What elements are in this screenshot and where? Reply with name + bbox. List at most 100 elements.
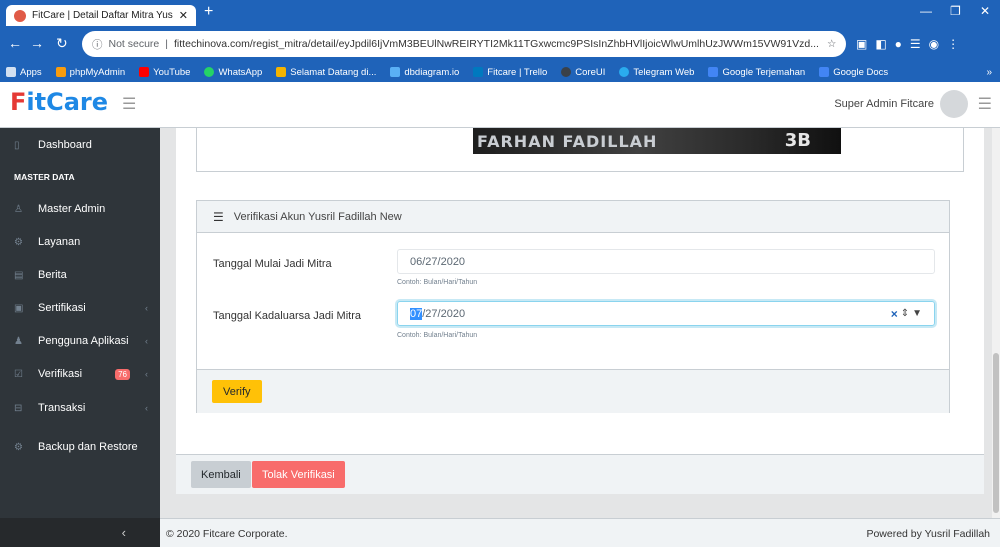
dashboard-icon: ▯ <box>14 139 20 151</box>
sidebar-item-dashboard[interactable]: ▯ Dashboard <box>0 135 160 155</box>
expiry-date-input[interactable]: 07/27/2020 × ⇕ ▼ <box>397 301 935 326</box>
spinner-icon[interactable]: ⇕ <box>901 308 909 319</box>
minimize-icon[interactable]: — <box>920 4 932 18</box>
apps-grid-icon <box>6 67 16 77</box>
detail-card: FARHAN FADILLAH 3B ☰ Verifikasi Akun Yus… <box>176 128 984 494</box>
user-name: Super Admin Fitcare <box>834 98 934 110</box>
bookmark-phpmyadmin[interactable]: phpMyAdmin <box>55 67 125 78</box>
bookmark-whatsapp[interactable]: WhatsApp <box>204 67 262 78</box>
sidebar-item-layanan[interactable]: ⚙ Layanan <box>0 232 160 252</box>
dbdiagram-icon <box>390 67 401 77</box>
page-scrollbar[interactable] <box>992 128 1000 518</box>
bookmark-trello[interactable]: Fitcare | Trello <box>473 67 547 78</box>
cart-icon: ⊟ <box>14 402 23 414</box>
scrollbar-thumb[interactable] <box>993 353 999 513</box>
sidebar-section-title: MASTER DATA <box>14 172 75 182</box>
bookmark-youtube[interactable]: YouTube <box>139 67 190 78</box>
image-card: FARHAN FADILLAH 3B <box>196 128 964 172</box>
bookmark-telegram[interactable]: Telegram Web <box>619 67 694 78</box>
close-window-icon[interactable]: ✕ <box>980 4 990 18</box>
sidebar-item-transaksi[interactable]: ⊟ Transaksi ‹ <box>0 398 160 418</box>
verification-title: Verifikasi Akun Yusril Fadillah New <box>233 210 402 223</box>
user-icon: ♙ <box>14 203 23 215</box>
bookmark-coreui[interactable]: CoreUI <box>561 67 605 78</box>
clear-icon[interactable]: × <box>891 307 898 321</box>
fitcare-logo[interactable]: FitCare <box>10 88 108 116</box>
forward-arrow-icon[interactable]: → <box>30 35 44 51</box>
expiry-date-help: Contoh: Bulan/Hari/Tahun <box>397 332 478 339</box>
bookmark-dbdiagram[interactable]: dbdiagram.io <box>390 67 459 78</box>
translate-icon <box>708 67 719 77</box>
start-date-help: Contoh: Bulan/Hari/Tahun <box>397 279 478 286</box>
new-tab-button[interactable]: + <box>204 3 213 21</box>
sidebar-item-master-admin[interactable]: ♙ Master Admin <box>0 199 160 219</box>
back-button[interactable]: Kembali <box>191 461 251 488</box>
verifikasi-count-badge: 76 <box>115 368 130 380</box>
partner-photo-banner: FARHAN FADILLAH 3B <box>473 128 841 154</box>
expiry-date-label: Tanggal Kadaluarsa Jadi Mitra <box>213 310 361 322</box>
url-bar[interactable]: ⓘ Not secure | fittechinova.com/regist_m… <box>82 31 846 57</box>
whatsapp-icon <box>204 67 215 77</box>
sidebar-minimizer[interactable]: ‹ <box>0 518 160 547</box>
settings-icon: ⚙ <box>14 236 23 248</box>
reject-verification-button[interactable]: Tolak Verifikasi <box>252 461 345 488</box>
extension-icons[interactable]: ▣◧●☰◉⋮ <box>856 37 967 51</box>
banner-name: FARHAN FADILLAH <box>477 132 658 151</box>
fitcare-favicon-icon <box>14 9 26 22</box>
docs-icon <box>819 67 830 77</box>
trello-icon <box>473 67 484 77</box>
browser-tab-bar: FitCare | Detail Daftar Mitra Yusri ✕ + … <box>0 0 1000 26</box>
check-square-icon: ☑ <box>14 368 23 380</box>
sidebar-item-berita[interactable]: ▤ Berita <box>0 265 160 285</box>
sidebar-item-backup[interactable]: ⚙ Backup dan Restore <box>0 437 160 457</box>
hat-icon <box>276 67 287 77</box>
coreui-icon <box>561 67 572 77</box>
sidebar: ▯ Dashboard MASTER DATA ♙ Master Admin ⚙ La… <box>0 128 160 547</box>
info-icon[interactable]: ⓘ <box>92 37 103 52</box>
sidebar-item-verifikasi[interactable]: ☑ Verifikasi 76 ‹ <box>0 364 160 384</box>
bookmark-star-icon[interactable]: ☆ <box>819 38 836 50</box>
month-segment[interactable]: 07 <box>410 307 423 320</box>
sidebar-toggle-icon[interactable]: ☰ <box>122 94 136 114</box>
bookmark-google-docs[interactable]: Google Docs <box>819 67 888 78</box>
chevron-left-icon: ‹ <box>145 403 148 413</box>
bookmark-selamat-datang[interactable]: Selamat Datang di... <box>276 67 376 78</box>
back-arrow-icon[interactable]: ← <box>8 35 22 51</box>
telegram-icon <box>619 67 630 77</box>
chevron-left-icon: ‹ <box>145 369 148 379</box>
main-content: FARHAN FADILLAH 3B ☰ Verifikasi Akun Yus… <box>160 128 1000 518</box>
verification-card-header: ☰ Verifikasi Akun Yusril Fadillah New <box>197 201 949 233</box>
avatar[interactable] <box>940 90 968 118</box>
chevron-left-icon: ‹ <box>145 336 148 346</box>
phpmyadmin-icon <box>55 67 66 77</box>
bookmarks-more-icon[interactable]: » <box>986 67 992 78</box>
backup-icon: ⚙ <box>14 441 23 453</box>
chevron-left-icon: ‹ <box>121 525 126 540</box>
tab-title: FitCare | Detail Daftar Mitra Yusri <box>32 10 173 21</box>
bookmark-apps[interactable]: Apps <box>6 67 42 78</box>
not-secure-label: Not secure <box>108 38 160 50</box>
verification-card: ☰ Verifikasi Akun Yusril Fadillah New Ta… <box>196 200 950 413</box>
certificate-icon: ▣ <box>14 302 24 314</box>
users-icon: ♟ <box>14 335 23 347</box>
bookmarks-bar: Apps phpMyAdmin YouTube WhatsApp Selamat… <box>0 62 1000 82</box>
start-date-label: Tanggal Mulai Jadi Mitra <box>213 258 332 270</box>
youtube-icon <box>139 67 150 77</box>
verification-card-footer: Verify <box>197 369 949 413</box>
tab-close-icon[interactable]: ✕ <box>179 9 188 22</box>
aside-menu-toggle-icon[interactable]: ☰ <box>978 94 992 114</box>
sidebar-item-pengguna-aplikasi[interactable]: ♟ Pengguna Aplikasi ‹ <box>0 331 160 351</box>
verify-button[interactable]: Verify <box>212 380 262 403</box>
browser-tab[interactable]: FitCare | Detail Daftar Mitra Yusri ✕ <box>6 5 196 26</box>
detail-card-footer: Kembali Tolak Verifikasi <box>176 454 984 494</box>
list-icon: ☰ <box>213 209 224 224</box>
reload-icon[interactable]: ↻ <box>56 35 68 52</box>
start-date-input[interactable]: 06/27/2020 <box>397 249 935 274</box>
restore-icon[interactable]: ❐ <box>950 4 961 18</box>
chevron-left-icon: ‹ <box>145 303 148 313</box>
app-footer: © 2020 Fitcare Corporate. Powered by Yus… <box>160 518 1000 547</box>
dropdown-arrow-icon[interactable]: ▼ <box>912 308 922 319</box>
news-icon: ▤ <box>14 269 24 281</box>
sidebar-item-sertifikasi[interactable]: ▣ Sertifikasi ‹ <box>0 298 160 318</box>
bookmark-google-translate[interactable]: Google Terjemahan <box>708 67 805 78</box>
